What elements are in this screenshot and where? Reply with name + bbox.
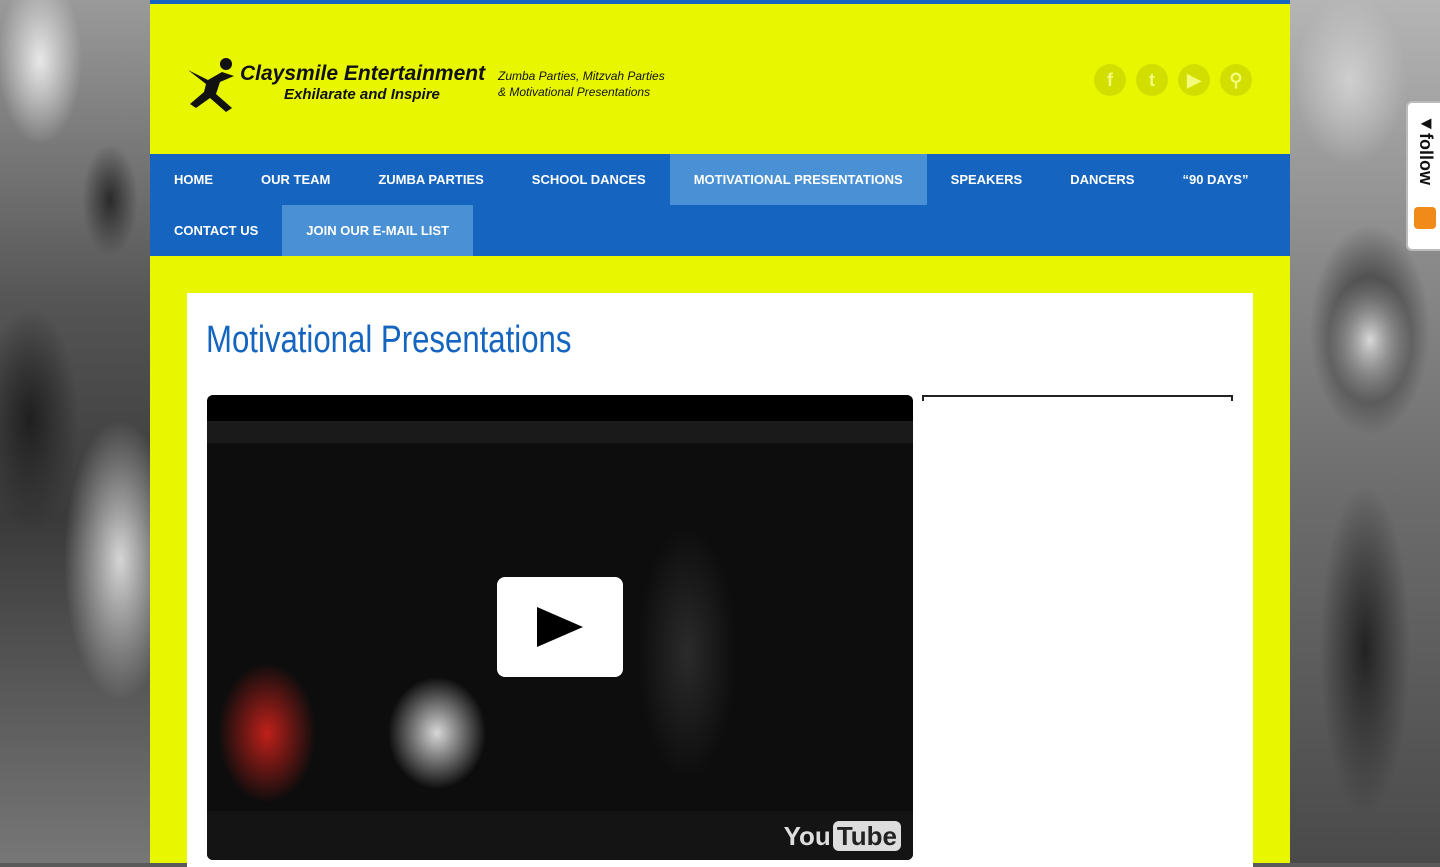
youtube-logo-tube: Tube [832, 821, 901, 851]
follow-label[interactable]: ◄follow [1414, 113, 1436, 193]
site-logo[interactable]: Claysmile Entertainment Exhilarate and I… [186, 56, 666, 116]
nav-item-home[interactable]: HOME [150, 154, 237, 205]
video-title-bar [207, 421, 913, 443]
nav-item-motivational-presentations[interactable]: MOTIVATIONAL PRESENTATIONS [669, 154, 927, 205]
play-icon [537, 607, 583, 647]
sidebar-widget [922, 395, 1233, 401]
logo-figure-icon [188, 58, 234, 112]
video-controls-bar: You Tube [207, 811, 913, 860]
follow-widget[interactable]: ◄follow [1406, 101, 1440, 251]
page-wrapper: Claysmile Entertainment Exhilarate and I… [150, 0, 1290, 867]
site-header: Claysmile Entertainment Exhilarate and I… [150, 4, 1290, 154]
social-links: f t ▶ ⚲ [1094, 64, 1252, 96]
main-navigation: HOME OUR TEAM ZUMBA PARTIES SCHOOL DANCE… [150, 154, 1290, 256]
main-content: Motivational Presentations You Tube [187, 293, 1253, 867]
brand-subtitle-line1: Zumba Parties, Mitzvah Parties [498, 69, 665, 83]
twitter-icon[interactable]: t [1136, 64, 1168, 96]
nav-item-dancers[interactable]: DANCERS [1046, 154, 1158, 205]
nav-row-1: HOME OUR TEAM ZUMBA PARTIES SCHOOL DANCE… [150, 154, 1290, 205]
nav-item-speakers[interactable]: SPEAKERS [927, 154, 1047, 205]
search-icon[interactable]: ⚲ [1220, 64, 1252, 96]
nav-item-school-dances[interactable]: SCHOOL DANCES [508, 154, 670, 205]
brand-name: Claysmile Entertainment [240, 62, 486, 85]
background-photo-left [0, 0, 150, 863]
youtube-logo-you: You [783, 821, 831, 851]
nav-item-zumba-parties[interactable]: ZUMBA PARTIES [354, 154, 507, 205]
nav-row-2: CONTACT US JOIN OUR E-MAIL LIST [150, 205, 1290, 256]
rss-icon[interactable] [1414, 207, 1436, 229]
page-title: Motivational Presentations [206, 319, 572, 361]
brand-subtitle: Zumba Parties, Mitzvah Parties & Motivat… [498, 68, 665, 100]
nav-item-join-email-list[interactable]: JOIN OUR E-MAIL LIST [282, 205, 474, 256]
youtube-logo[interactable]: You Tube [784, 821, 901, 852]
play-button[interactable] [497, 577, 623, 677]
facebook-icon[interactable]: f [1094, 64, 1126, 96]
brand-tagline: Exhilarate and Inspire [284, 86, 440, 103]
nav-item-contact-us[interactable]: CONTACT US [150, 205, 282, 256]
youtube-video-player[interactable]: You Tube [207, 395, 913, 860]
nav-item-our-team[interactable]: OUR TEAM [237, 154, 354, 205]
youtube-icon[interactable]: ▶ [1178, 64, 1210, 96]
brand-subtitle-line2: & Motivational Presentations [498, 85, 651, 99]
nav-item-90-days[interactable]: “90 DAYS” [1158, 154, 1272, 205]
